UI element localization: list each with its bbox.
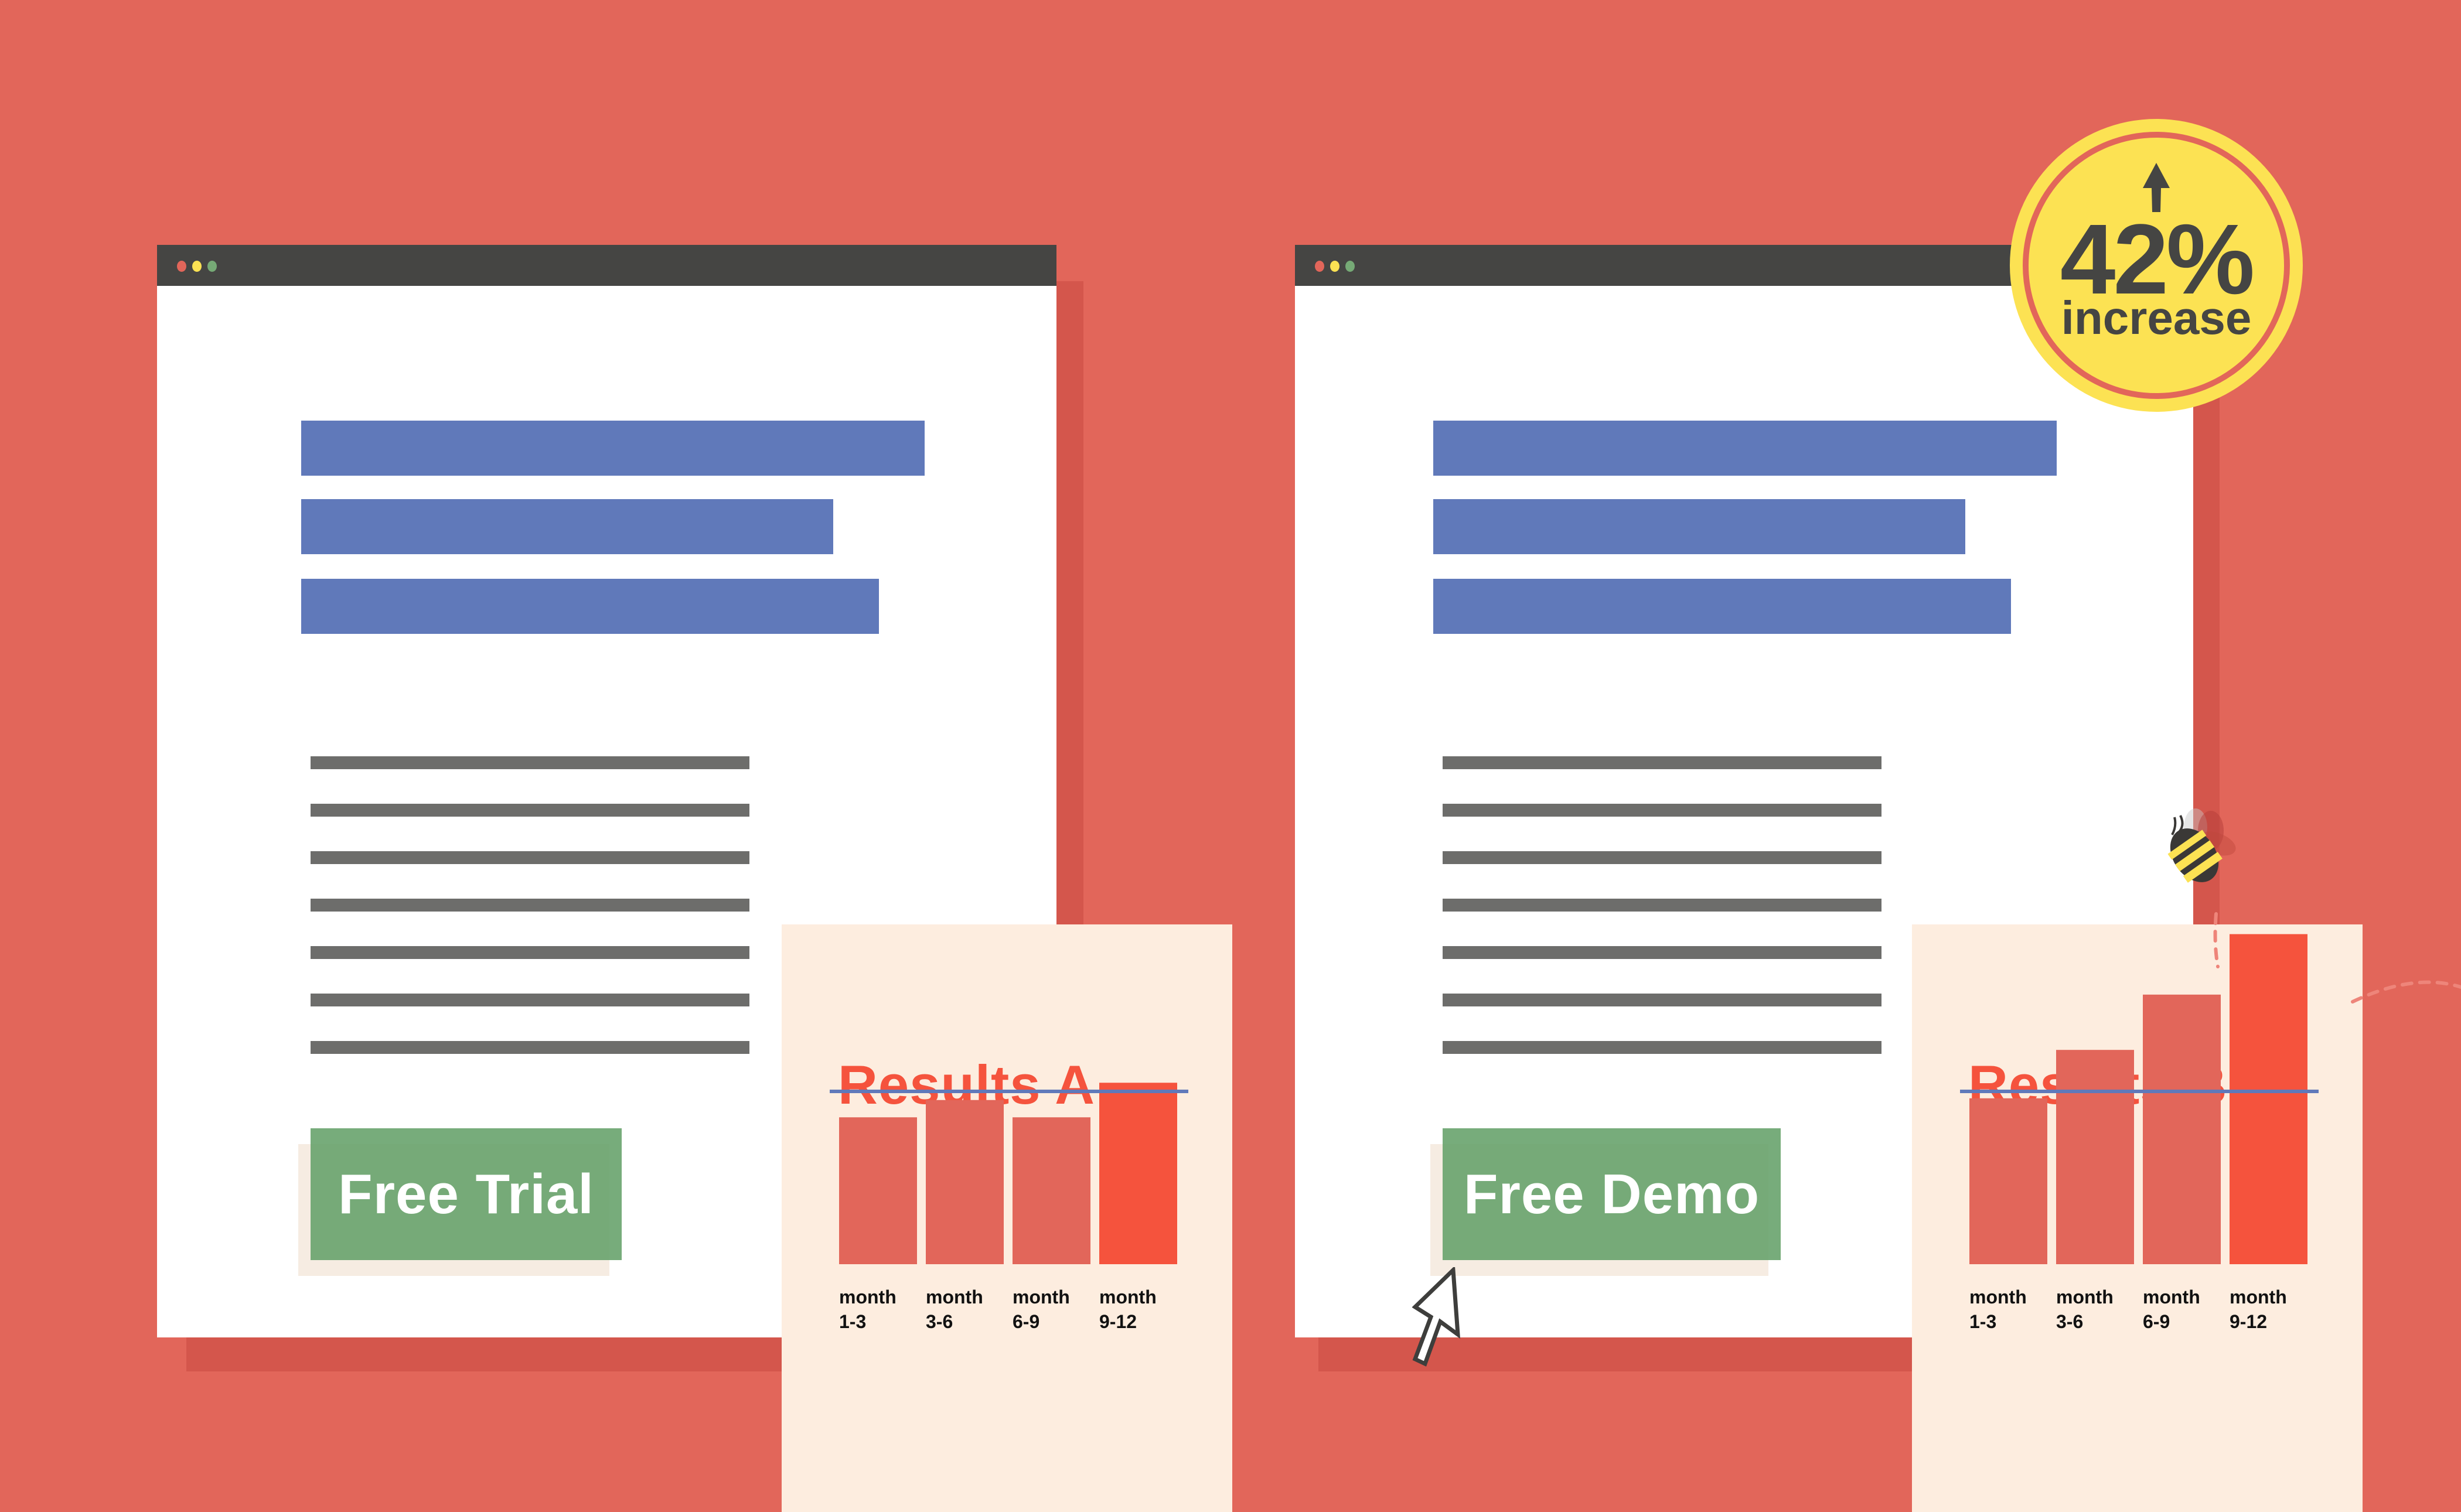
bar-2 — [926, 1100, 1004, 1264]
text-line — [1443, 1041, 1881, 1054]
headline-bar-2 — [301, 499, 833, 554]
bee-icon — [2167, 808, 2236, 883]
mouse-cursor-icon — [1412, 1267, 1461, 1367]
window-a-titlebar — [157, 245, 1056, 286]
text-line — [1443, 756, 1881, 769]
text-line — [1443, 804, 1881, 817]
x-tick-label: month 9-12 — [2230, 1286, 2287, 1332]
bar-1 — [1969, 1098, 2047, 1264]
minimize-dot-icon[interactable] — [192, 261, 202, 272]
x-tick-label: month 3-6 — [2056, 1286, 2114, 1332]
bar-3 — [1013, 1117, 1090, 1264]
x-tick-label: month 9-12 — [1099, 1286, 1157, 1332]
text-line — [1443, 994, 1881, 1006]
headline-bar-1 — [1433, 421, 2057, 476]
headline-bar-1 — [301, 421, 925, 476]
results-a-card: Results A month 1-3 month 3-6 month 6-9 mon… — [782, 924, 1232, 1512]
bar-3 — [2143, 994, 2221, 1264]
text-line — [1443, 851, 1881, 864]
close-dot-icon[interactable] — [1315, 261, 1324, 272]
free-demo-button[interactable]: Free Demo — [1443, 1128, 1781, 1260]
x-tick-label: month 6-9 — [1013, 1286, 1070, 1332]
minimize-dot-icon[interactable] — [1330, 261, 1339, 272]
close-dot-icon[interactable] — [177, 261, 186, 272]
text-line — [1443, 946, 1881, 959]
text-line — [311, 994, 749, 1006]
x-tick-label: month 1-3 — [839, 1286, 897, 1332]
text-line — [311, 946, 749, 959]
bar-1 — [839, 1117, 917, 1264]
x-tick-label: month 3-6 — [926, 1286, 983, 1332]
text-line — [311, 804, 749, 817]
bar-4 — [1099, 1083, 1177, 1264]
headline-bar-3 — [1433, 579, 2011, 634]
free-trial-button[interactable]: Free Trial — [311, 1128, 622, 1260]
x-tick-label: month 1-3 — [1969, 1286, 2027, 1332]
headline-bar-2 — [1433, 499, 1965, 554]
maximize-dot-icon[interactable] — [1345, 261, 1355, 272]
text-line — [311, 899, 749, 912]
text-line — [1443, 899, 1881, 912]
headline-bar-3 — [301, 579, 879, 634]
x-tick-label: month 6-9 — [2143, 1286, 2200, 1332]
maximize-dot-icon[interactable] — [207, 261, 217, 272]
increase-label: increase — [2061, 292, 2252, 344]
bee-trail — [2213, 912, 2461, 1004]
bar-2 — [2056, 1050, 2134, 1264]
text-line — [311, 1041, 749, 1054]
results-a-chart — [830, 1083, 1188, 1264]
text-line — [311, 851, 749, 864]
text-line — [311, 756, 749, 769]
increase-badge: 42% increase — [2010, 119, 2303, 412]
